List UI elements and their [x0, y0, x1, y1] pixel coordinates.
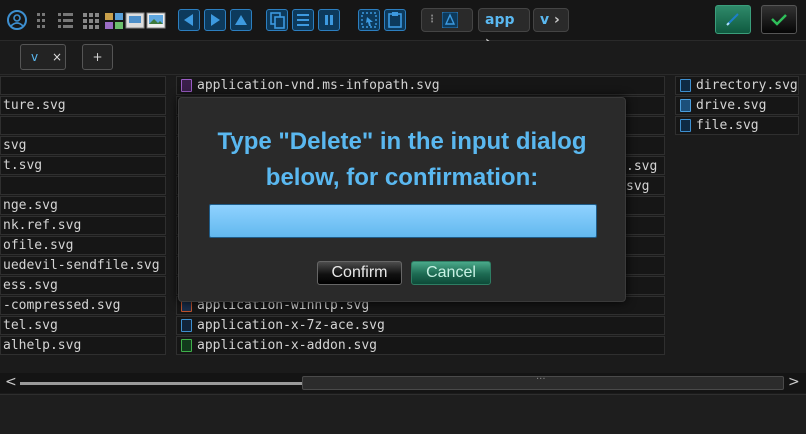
scroll-grip: ...: [536, 371, 546, 382]
cancel-button[interactable]: Cancel: [411, 261, 491, 285]
thumbnail-view-icon[interactable]: [103, 9, 125, 31]
breadcrumb-label: app: [485, 12, 515, 28]
confirm-button[interactable]: Confirm: [317, 261, 402, 285]
list-item[interactable]: [0, 176, 166, 195]
list-item[interactable]: nk.ref.svg: [0, 216, 166, 235]
addon-file-icon: [181, 339, 192, 352]
toolbar: ⋮ app › v ›: [0, 0, 806, 50]
check-icon[interactable]: [761, 5, 797, 34]
scroll-left-arrow[interactable]: <: [5, 374, 17, 390]
list-item[interactable]: ofile.svg: [0, 236, 166, 255]
file-name: drive.svg: [696, 98, 767, 113]
file-name: application-x-7z-ace.svg: [197, 318, 385, 333]
file-name: t.svg: [3, 158, 43, 173]
list-item[interactable]: tel.svg: [0, 316, 166, 335]
file-name: svg: [3, 138, 27, 153]
list-item-peek[interactable]: svg: [626, 178, 664, 197]
folder-icon: [680, 79, 691, 92]
file-icon: [680, 119, 691, 132]
list-item[interactable]: ture.svg: [0, 96, 166, 115]
new-tab-label: +: [92, 50, 103, 64]
list-item[interactable]: ess.svg: [0, 276, 166, 295]
file-name: nge.svg: [3, 198, 58, 213]
list-item[interactable]: [0, 76, 166, 95]
drive-icon: [680, 99, 691, 112]
new-tab-button[interactable]: +: [82, 44, 113, 70]
lock-icon: [441, 11, 459, 29]
list-item[interactable]: [0, 116, 166, 135]
confirm-input[interactable]: [209, 204, 597, 238]
tab-label: v: [31, 50, 39, 64]
file-name: application-x-addon.svg: [197, 338, 378, 353]
status-bar: [0, 394, 806, 434]
archive-file-icon: [181, 319, 192, 332]
breadcrumb-label: v: [540, 12, 550, 28]
list-item[interactable]: nge.svg: [0, 196, 166, 215]
list-item[interactable]: drive.svg: [675, 96, 799, 115]
tab-v[interactable]: v ×: [20, 44, 66, 70]
horizontal-scrollbar[interactable]: < ... >: [0, 371, 806, 393]
back-icon[interactable]: [178, 9, 200, 31]
copy-icon[interactable]: [266, 9, 288, 31]
list-item[interactable]: file.svg: [675, 116, 799, 135]
grid-view-icon[interactable]: [80, 9, 102, 31]
breadcrumb-root[interactable]: ⋮: [421, 8, 473, 32]
list-item-peek[interactable]: .svg: [626, 158, 664, 177]
edit-icon[interactable]: [715, 5, 751, 34]
select-icon[interactable]: [358, 9, 380, 31]
file-name: tel.svg: [3, 318, 58, 333]
infopath-file-icon: [181, 79, 192, 92]
list-item[interactable]: application-vnd.ms-infopath.svg: [176, 76, 665, 95]
close-icon[interactable]: ×: [52, 45, 62, 69]
preview-view-icon[interactable]: [124, 9, 146, 31]
list-item[interactable]: directory.svg: [675, 76, 799, 95]
user-circle-icon[interactable]: [6, 9, 28, 31]
list-item[interactable]: svg: [0, 136, 166, 155]
file-name: nk.ref.svg: [3, 218, 82, 233]
breadcrumb-item-app[interactable]: app ›: [478, 8, 530, 50]
list-item[interactable]: alhelp.svg: [0, 336, 166, 355]
image-view-icon[interactable]: [145, 9, 167, 31]
file-name: file.svg: [696, 118, 759, 133]
file-name: ofile.svg: [3, 238, 74, 253]
tab-bar: v × +: [0, 41, 806, 75]
file-name: directory.svg: [696, 78, 798, 93]
list-item[interactable]: t.svg: [0, 156, 166, 175]
scroll-right-arrow[interactable]: >: [788, 374, 800, 390]
details-view-icon[interactable]: [56, 9, 78, 31]
file-name: -compressed.svg: [3, 298, 121, 313]
dialog-message: Type "Delete" in the input dialog below,…: [217, 128, 587, 191]
file-name: application-vnd.ms-infopath.svg: [197, 78, 440, 93]
list-item[interactable]: uedevil-sendfile.svg: [0, 256, 166, 275]
up-icon[interactable]: [230, 9, 252, 31]
file-name: svg: [626, 179, 650, 194]
confirm-delete-dialog: Type "Delete" in the input dialog below,…: [178, 97, 626, 302]
list-view-icon[interactable]: [34, 9, 56, 31]
list-item[interactable]: application-x-addon.svg: [176, 336, 665, 355]
file-name: .svg: [626, 159, 658, 174]
scroll-thumb[interactable]: ...: [302, 371, 784, 390]
file-name: ess.svg: [3, 278, 58, 293]
breadcrumb-item-v[interactable]: v ›: [533, 8, 569, 32]
pause-icon[interactable]: [318, 9, 340, 31]
forward-icon[interactable]: [204, 9, 226, 31]
scroll-track[interactable]: [20, 382, 302, 385]
cut-icon[interactable]: [292, 9, 314, 31]
list-item[interactable]: application-x-7z-ace.svg: [176, 316, 665, 335]
file-name: uedevil-sendfile.svg: [3, 258, 160, 273]
file-name: alhelp.svg: [3, 338, 82, 353]
file-name: ture.svg: [3, 98, 66, 113]
list-item[interactable]: -compressed.svg: [0, 296, 166, 315]
paste-icon[interactable]: [384, 9, 406, 31]
